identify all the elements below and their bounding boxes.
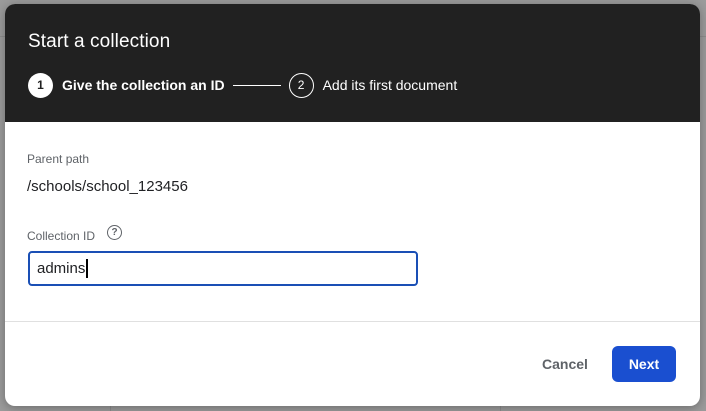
help-circle-icon[interactable]: ? — [107, 225, 122, 240]
parent-path-label: Parent path — [27, 152, 90, 166]
dialog-body: Parent path /schools/school_123456 Colle… — [5, 122, 700, 322]
collection-id-input[interactable]: admins — [28, 251, 418, 286]
step-connector — [232, 84, 281, 86]
collection-id-input-value: admins — [37, 260, 86, 277]
cancel-button[interactable]: Cancel — [528, 347, 602, 381]
text-caret — [86, 259, 88, 278]
dialog-header: Start a collection 1 Give the collection… — [5, 4, 700, 122]
footer-divider — [5, 321, 700, 322]
step-1-label: Give the collection an ID — [62, 77, 225, 93]
step-2-label: Add its first document — [322, 77, 458, 93]
dialog-title: Start a collection — [28, 31, 171, 52]
collection-id-label: Collection ID — [27, 229, 96, 243]
step-1-number: 1 — [28, 72, 53, 98]
start-collection-dialog: Start a collection 1 Give the collection… — [5, 4, 700, 406]
next-button[interactable]: Next — [612, 346, 676, 382]
stepper: 1 Give the collection an ID 2 Add its fi… — [28, 72, 457, 98]
parent-path-value: /schools/school_123456 — [27, 178, 188, 195]
step-2-number: 2 — [288, 72, 314, 98]
